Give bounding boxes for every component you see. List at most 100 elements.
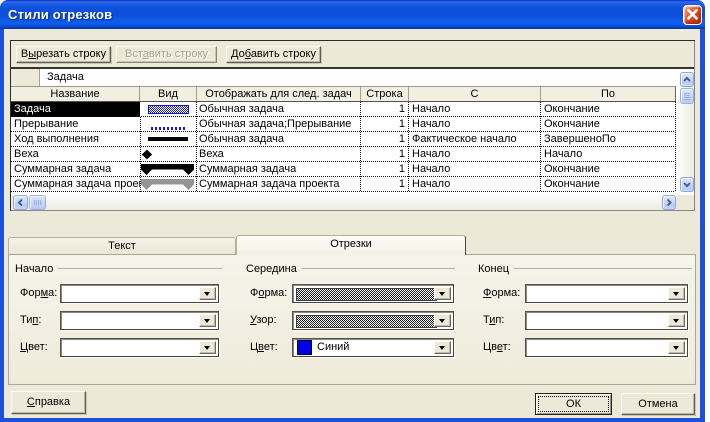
grid-line (140, 117, 141, 192)
entry-bar[interactable]: Задача (11, 69, 694, 86)
chevron-down-icon (683, 182, 691, 188)
add-row-button[interactable]: Добавить строку (226, 46, 321, 63)
col-header-from[interactable]: С (409, 87, 541, 101)
table-header: Название Вид Отображать для след. задач … (11, 87, 676, 102)
table-body: Задача Обычная задача 1 Начало Окончание… (11, 102, 676, 195)
cell-row: 1 (398, 178, 405, 190)
close-button[interactable] (683, 5, 702, 25)
dialog-window: Стили отрезков Вырезать строку Вставить … (0, 0, 705, 422)
group-label-start: Начало (15, 263, 54, 275)
end-shape-combo[interactable] (525, 284, 688, 303)
label-end-shape: Форма: (483, 287, 521, 299)
dropdown-button[interactable] (434, 287, 451, 300)
table-row[interactable]: Задача Обычная задача 1 Начало Окончание (11, 102, 675, 117)
window-title: Стили отрезков (8, 7, 113, 22)
dropdown-button[interactable] (668, 341, 685, 354)
cell-to: Окончание (544, 103, 600, 115)
cell-show-for: Обычная задача (199, 133, 285, 145)
cancel-button[interactable]: Отмена (621, 393, 695, 415)
group-separator (58, 268, 222, 269)
dropdown-button[interactable] (668, 287, 685, 300)
cell-name: Ход выполнения (14, 133, 99, 145)
table-row[interactable]: Веха Веха 1 Начало Начало (11, 147, 675, 162)
chevron-up-icon (683, 76, 691, 82)
cell-from: Начало (412, 103, 451, 115)
end-color-combo[interactable] (525, 338, 688, 357)
hscrollbar-thumb[interactable] (29, 195, 46, 210)
group-separator (514, 268, 692, 269)
table-row[interactable]: Ход выполнения Обычная задача 1 Фактичес… (11, 132, 675, 147)
dropdown-button[interactable] (434, 314, 451, 327)
cell-name: Суммарная задача (14, 163, 112, 175)
cell-from: Начало (412, 178, 451, 190)
cell-name: Веха (14, 148, 39, 160)
label-start-type: Тип: (20, 314, 42, 326)
cell-from: Начало (412, 163, 451, 175)
hscroll-right-button[interactable] (662, 195, 676, 210)
hscroll-left-button[interactable] (13, 195, 28, 210)
middle-color-combo[interactable]: Синий (292, 338, 454, 357)
title-bar[interactable]: Стили отрезков (0, 0, 705, 29)
table-row[interactable]: Прерывание Обычная задача;Прерывание 1 Н… (11, 117, 675, 132)
shape-preview-checkered-bar (296, 288, 437, 301)
dropdown-arrow-icon (204, 345, 210, 350)
end-type-combo[interactable] (525, 311, 688, 330)
dropdown-arrow-icon (673, 318, 679, 323)
paste-row-button[interactable]: Вставить строку (116, 46, 217, 63)
bar-styles-grid: Вырезать строку Вставить строку Добавить… (10, 40, 695, 211)
table-row[interactable]: Суммарная задача проекта Суммарная задач… (11, 177, 675, 192)
dropdown-arrow-icon (673, 345, 679, 350)
bar-preview-summary-black (141, 164, 194, 175)
col-header-to[interactable]: По (541, 87, 676, 101)
start-shape-combo[interactable] (60, 284, 219, 303)
entry-bar-value: Задача (47, 71, 84, 83)
hscrollbar-track[interactable] (13, 195, 676, 210)
label-start-shape: Форма: (20, 287, 58, 299)
dropdown-arrow-icon (673, 291, 679, 296)
cell-from: Начало (412, 148, 451, 160)
bar-preview-blue-hatched (148, 105, 189, 114)
col-header-name[interactable]: Название (11, 87, 140, 101)
cell-from: Фактическое начало (412, 133, 517, 145)
grid-line (360, 102, 361, 192)
pattern-preview-checkered (296, 315, 437, 328)
start-color-combo[interactable] (60, 338, 219, 357)
focus-rect (538, 396, 609, 412)
dropdown-button[interactable] (199, 314, 216, 327)
col-header-appearance[interactable]: Вид (140, 87, 197, 101)
cell-name: Прерывание (14, 118, 79, 130)
group-label-middle: Середина (246, 263, 297, 275)
bar-preview-summary-gray (141, 179, 194, 190)
label-middle-color: Цвет: (250, 341, 278, 353)
bar-preview-black-line (148, 137, 188, 141)
start-type-combo[interactable] (60, 311, 219, 330)
tab-bars[interactable]: Отрезки (236, 235, 466, 255)
table-row[interactable]: Суммарная задача Суммарная задача 1 Нача… (11, 162, 675, 177)
vscroll-down-button[interactable] (680, 177, 694, 192)
cell-row: 1 (398, 133, 405, 145)
dropdown-button[interactable] (434, 341, 451, 354)
dropdown-arrow-icon (439, 345, 445, 350)
dropdown-button[interactable] (199, 341, 216, 354)
col-header-row[interactable]: Строка (361, 87, 409, 101)
help-button[interactable]: Справка (11, 391, 86, 414)
middle-pattern-combo[interactable] (292, 311, 454, 330)
grid-line (408, 102, 409, 192)
cell-name: Суммарная задача проекта (14, 178, 140, 190)
color-swatch-blue (297, 340, 312, 355)
ok-button[interactable]: ОК (535, 393, 612, 415)
cut-row-button[interactable]: Вырезать строку (16, 46, 111, 63)
cell-row: 1 (398, 118, 405, 130)
col-header-show-for[interactable]: Отображать для след. задач (197, 87, 361, 101)
thumb-grip-icon (34, 200, 41, 205)
bar-preview-blue-dotted (151, 127, 187, 130)
dropdown-button[interactable] (668, 314, 685, 327)
cell-to: Окончание (544, 118, 600, 130)
dropdown-arrow-icon (439, 318, 445, 323)
dropdown-button[interactable] (199, 287, 216, 300)
vscrollbar-thumb[interactable] (680, 88, 694, 104)
middle-shape-combo[interactable] (292, 284, 454, 303)
dropdown-arrow-icon (204, 291, 210, 296)
vscroll-up-button[interactable] (680, 72, 694, 87)
tab-text[interactable]: Текст (8, 237, 236, 254)
